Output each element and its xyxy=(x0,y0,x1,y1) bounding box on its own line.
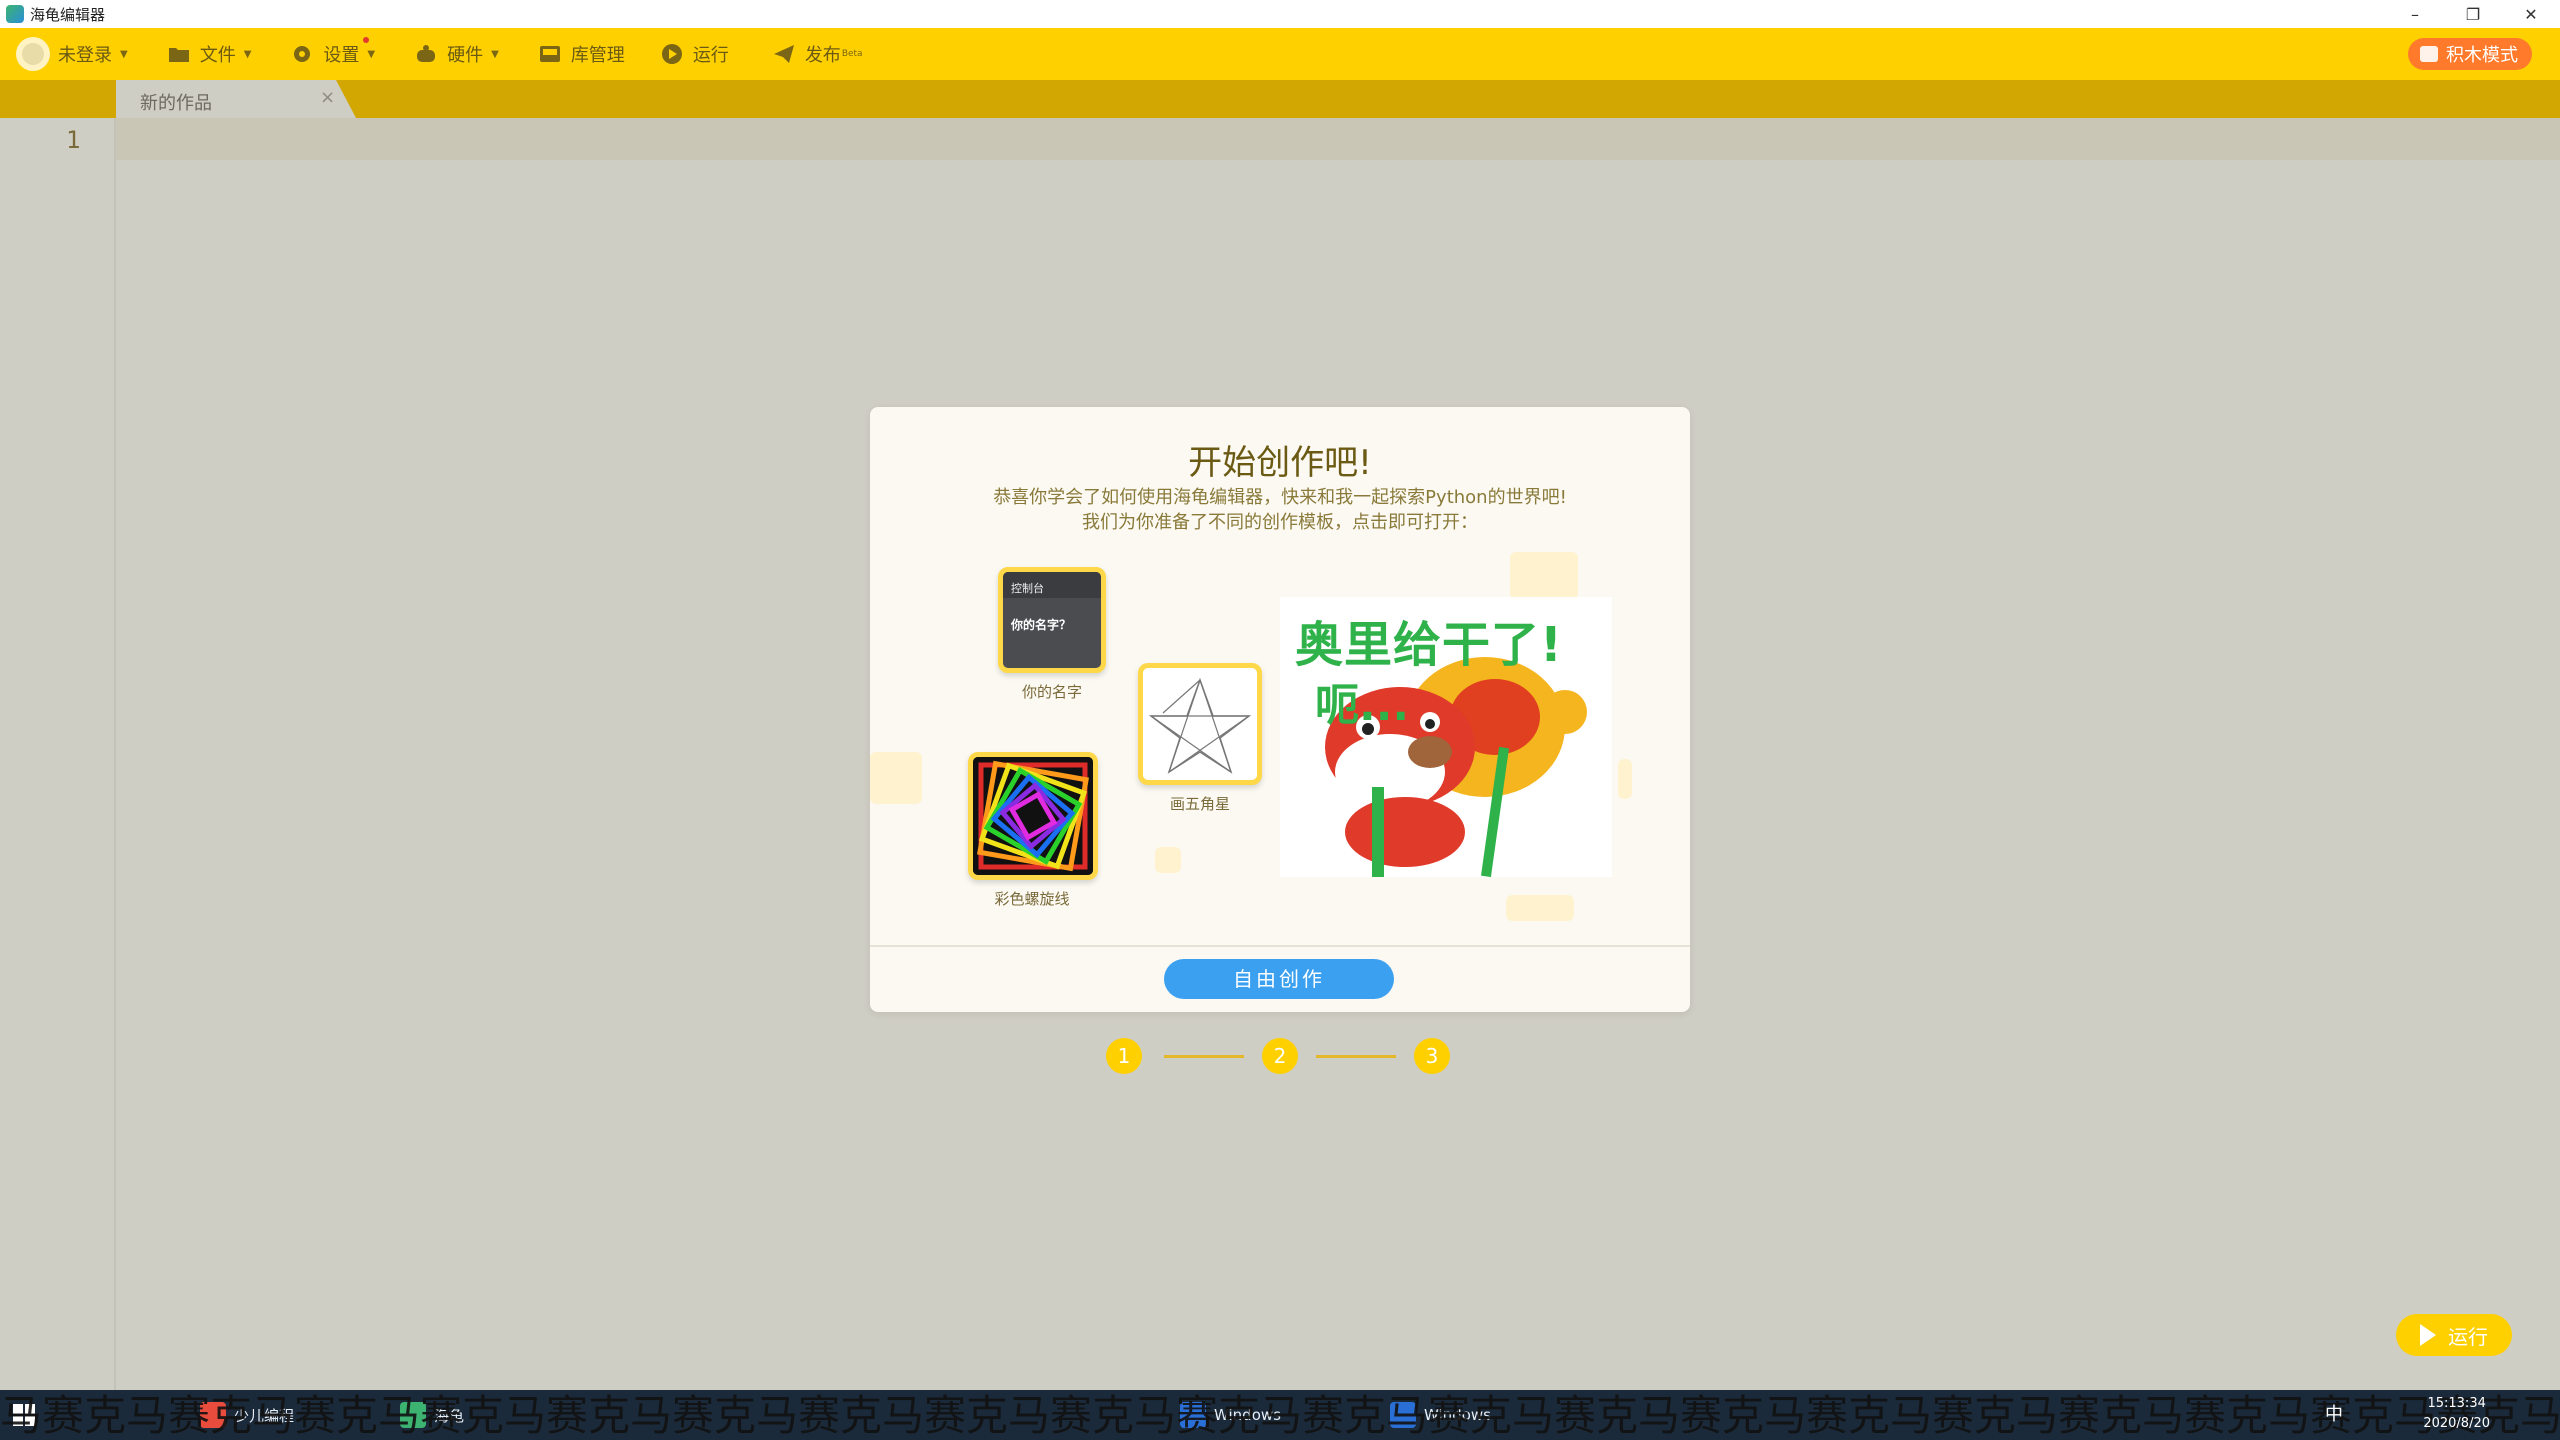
dialog-description: 恭喜你学会了如何使用海龟编辑器，快来和我一起探索Python的世界吧! 我们为你… xyxy=(870,485,1690,535)
chevron-down-icon: ▼ xyxy=(367,48,376,60)
star-icon xyxy=(1148,677,1252,774)
hardware-menu[interactable]: 硬件 ▼ xyxy=(415,41,499,67)
console-text: 你的名字？ xyxy=(1011,618,1072,632)
beta-badge: Beta xyxy=(841,49,863,59)
user-menu[interactable]: 未登录 ▼ xyxy=(58,41,128,67)
template-card: 控制台 你的名字？ xyxy=(998,567,1106,673)
inbox-icon xyxy=(539,43,561,65)
settings-label: 设置 xyxy=(323,45,360,66)
dialog-desc-line-1: 恭喜你学会了如何使用海龟编辑器，快来和我一起探索Python的世界吧! xyxy=(993,487,1567,508)
chevron-down-icon: ▼ xyxy=(243,48,252,60)
library-label: 库管理 xyxy=(570,45,625,66)
ime-indicator[interactable]: 中 xyxy=(2325,1400,2343,1426)
blocks-icon xyxy=(2420,46,2438,62)
play-icon xyxy=(2420,1324,2436,1346)
template-card xyxy=(1138,663,1262,785)
step-2: 2 xyxy=(1262,1038,1298,1074)
publish-menu[interactable]: 发布 Beta xyxy=(773,41,863,67)
user-avatar-icon xyxy=(22,43,44,65)
settings-menu[interactable]: 设置 ▼ xyxy=(291,37,376,67)
block-mode-button[interactable]: 积木模式 xyxy=(2408,38,2532,70)
step-connector xyxy=(1316,1055,1396,1058)
tab-strip: 新的作品 × xyxy=(0,80,2560,118)
library-menu[interactable]: 库管理 xyxy=(539,41,625,67)
decoration xyxy=(1618,759,1632,799)
menu-bar: 未登录 ▼ 文件 ▼ 设置 ▼ 硬件 ▼ 库管理 运行 发布 Beta 积木模式 xyxy=(0,28,2560,80)
color-spiral-icon xyxy=(973,757,1093,875)
run-button[interactable]: 运行 xyxy=(2396,1314,2512,1356)
gear-icon xyxy=(291,43,313,65)
decoration xyxy=(1510,552,1578,600)
user-label: 未登录 xyxy=(58,45,112,66)
window-controls: – ❐ ✕ xyxy=(2386,0,2560,28)
step-connector xyxy=(1164,1055,1244,1058)
template-card xyxy=(968,752,1098,880)
template-spiral[interactable]: 彩色螺旋线 xyxy=(968,752,1098,909)
minimize-button[interactable]: – xyxy=(2386,0,2444,28)
folder-icon xyxy=(168,43,190,65)
notification-dot xyxy=(363,37,370,43)
close-icon[interactable]: × xyxy=(320,87,335,108)
avatar[interactable] xyxy=(16,37,50,71)
window-title: 海龟编辑器 xyxy=(30,5,106,24)
tab-new-work[interactable]: 新的作品 × xyxy=(116,80,356,118)
run-menu[interactable]: 运行 xyxy=(661,41,729,67)
code-editor-current-line[interactable] xyxy=(116,118,2560,160)
line-number: 1 xyxy=(66,126,81,154)
run-button-label: 运行 xyxy=(2448,1324,2488,1349)
app-logo-icon xyxy=(6,5,24,23)
step-indicator: 1 2 3 xyxy=(1106,1038,1456,1074)
maximize-button[interactable]: ❐ xyxy=(2444,0,2502,28)
clock-date: 2020/8/20 xyxy=(2423,1416,2490,1431)
hardware-label: 硬件 xyxy=(447,45,484,66)
decoration xyxy=(1506,895,1574,921)
mascot-caption-2: 呃... xyxy=(1315,680,1410,731)
step-3: 3 xyxy=(1414,1038,1450,1074)
play-icon xyxy=(661,43,683,65)
dialog-title: 开始创作吧! xyxy=(1188,443,1372,483)
file-label: 文件 xyxy=(199,45,236,66)
template-caption: 你的名字 xyxy=(1021,683,1082,701)
divider xyxy=(870,945,1690,947)
publish-label: 发布 xyxy=(804,45,841,66)
close-button[interactable]: ✕ xyxy=(2502,0,2560,28)
template-star[interactable]: 画五角星 xyxy=(1138,663,1262,814)
template-your-name[interactable]: 控制台 你的名字？ 你的名字 xyxy=(998,567,1106,702)
console-title: 控制台 xyxy=(1011,582,1044,595)
free-create-button[interactable]: 自由创作 xyxy=(1164,959,1394,999)
template-caption: 画五角星 xyxy=(1169,795,1230,813)
start-creating-dialog: 开始创作吧! 恭喜你学会了如何使用海龟编辑器，快来和我一起探索Python的世界… xyxy=(870,407,1690,1012)
template-caption: 彩色螺旋线 xyxy=(994,890,1070,908)
dialog-desc-line-2: 我们为你准备了不同的创作模板，点击即可打开： xyxy=(1082,512,1478,533)
taskbar-clock[interactable]: 15:13:34 2020/8/20 xyxy=(2423,1394,2490,1434)
run-label: 运行 xyxy=(692,45,729,66)
mascot-illustration: 奥里给干了! 呃... xyxy=(1280,597,1612,877)
decoration xyxy=(1155,847,1181,873)
chevron-down-icon: ▼ xyxy=(491,48,499,60)
paper-plane-icon xyxy=(773,43,795,65)
robot-icon xyxy=(415,43,437,65)
block-mode-label: 积木模式 xyxy=(2446,45,2518,66)
chevron-down-icon: ▼ xyxy=(120,48,128,60)
mosaic-watermark: 马赛克马赛克马赛克马赛克马赛克马赛克马赛克马赛克马赛克马赛克马赛克马赛克马赛克马… xyxy=(0,1392,2560,1440)
clock-time: 15:13:34 xyxy=(2427,1396,2486,1411)
line-gutter xyxy=(0,118,116,1390)
step-1: 1 xyxy=(1106,1038,1142,1074)
mascot-caption-1: 奥里给干了! xyxy=(1295,617,1563,673)
title-bar: 海龟编辑器 – ❐ ✕ xyxy=(0,0,2560,28)
decoration xyxy=(870,752,922,804)
file-menu[interactable]: 文件 ▼ xyxy=(168,41,252,67)
tab-label: 新的作品 xyxy=(140,93,212,114)
